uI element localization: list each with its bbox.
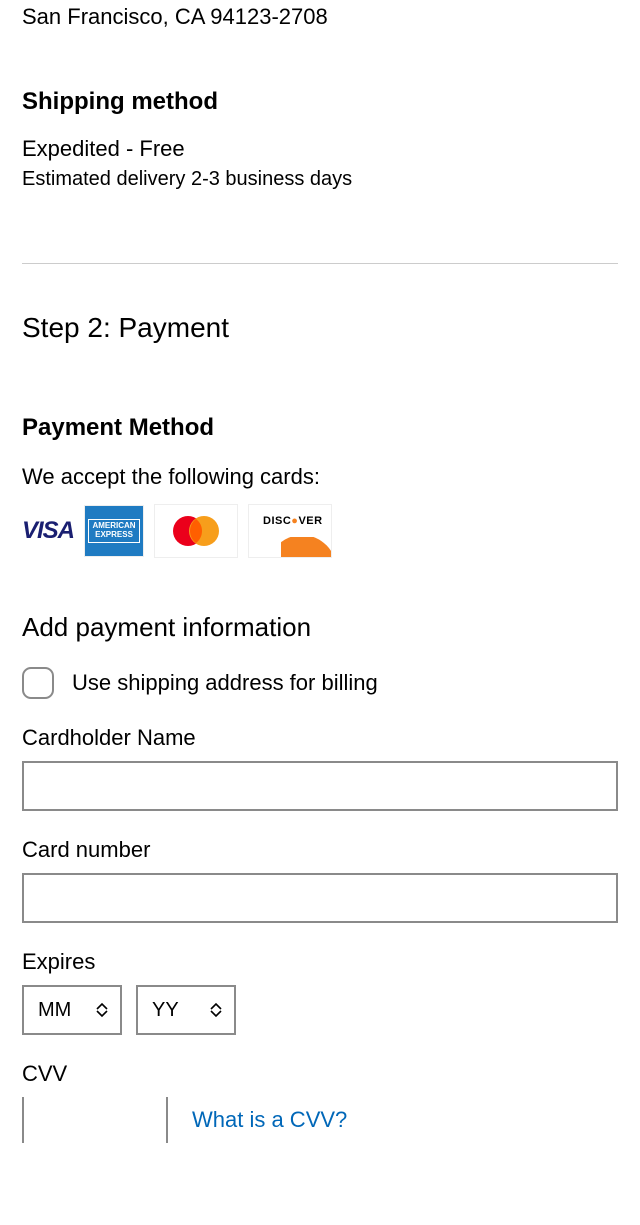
- expires-month-placeholder: MM: [38, 999, 71, 1022]
- what-is-cvv-link[interactable]: What is a CVV?: [192, 1107, 347, 1133]
- amex-icon: AMERICAN EXPRESS: [84, 505, 144, 557]
- stepper-icon: [96, 1002, 110, 1018]
- card-number-label: Card number: [22, 837, 618, 863]
- use-shipping-checkbox[interactable]: [22, 667, 54, 699]
- accepted-cards-text: We accept the following cards:: [22, 464, 618, 490]
- card-number-input[interactable]: [22, 873, 618, 923]
- cardholder-name-label: Cardholder Name: [22, 725, 618, 751]
- shipping-option: Expedited - Free: [22, 136, 618, 162]
- step-title: Step 2: Payment: [22, 312, 618, 344]
- expires-year-placeholder: YY: [152, 999, 179, 1022]
- shipping-method-heading: Shipping method: [22, 88, 618, 116]
- card-icons-row: VISA AMERICAN EXPRESS DISC●VER: [22, 504, 618, 558]
- cardholder-name-input[interactable]: [22, 761, 618, 811]
- cvv-input[interactable]: [22, 1097, 168, 1143]
- mastercard-icon: [154, 504, 238, 558]
- expires-month-select[interactable]: MM: [22, 985, 122, 1035]
- discover-icon: DISC●VER: [248, 504, 332, 558]
- expires-year-select[interactable]: YY: [136, 985, 236, 1035]
- visa-icon: VISA: [22, 517, 74, 545]
- add-payment-heading: Add payment information: [22, 612, 618, 643]
- address-city-state-zip: San Francisco, CA 94123-2708: [22, 4, 618, 30]
- section-divider: [22, 263, 618, 264]
- stepper-icon: [210, 1002, 224, 1018]
- shipping-estimate: Estimated delivery 2-3 business days: [22, 168, 618, 191]
- use-shipping-label: Use shipping address for billing: [72, 670, 378, 696]
- payment-method-heading: Payment Method: [22, 414, 618, 442]
- expires-label: Expires: [22, 949, 618, 975]
- cvv-label: CVV: [22, 1061, 618, 1087]
